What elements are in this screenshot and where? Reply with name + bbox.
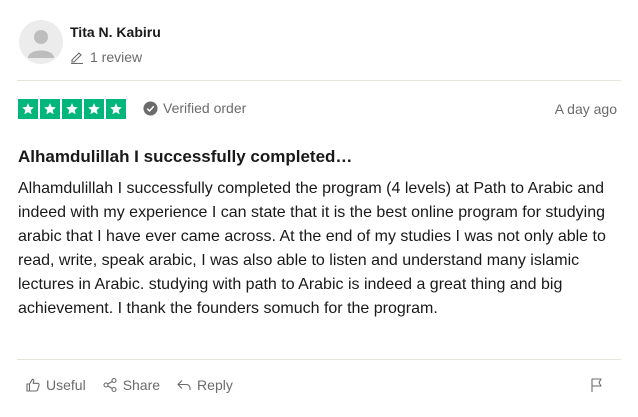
useful-label: Useful xyxy=(46,377,86,393)
review-count: 1 review xyxy=(70,49,142,65)
review-count-label: 1 review xyxy=(90,49,143,65)
reply-label: Reply xyxy=(197,377,233,393)
reviewer-name[interactable]: Tita N. Kabiru xyxy=(70,24,161,40)
share-icon xyxy=(103,377,117,393)
share-label: Share xyxy=(122,377,161,393)
star-icon xyxy=(84,99,104,119)
review-date: A day ago xyxy=(554,101,617,117)
check-circle-icon xyxy=(143,100,158,116)
star-icon xyxy=(40,99,60,119)
verified-label: Verified order xyxy=(163,100,247,116)
star-icon xyxy=(18,99,38,119)
share-button[interactable]: Share xyxy=(102,377,160,393)
reply-button[interactable]: Reply xyxy=(176,377,233,393)
avatar xyxy=(19,20,63,64)
user-avatar-icon xyxy=(28,30,54,58)
thumbs-up-icon xyxy=(26,378,40,392)
pencil-icon xyxy=(71,52,83,64)
review-body: Alhamdulillah I successfully completed t… xyxy=(18,180,606,317)
review-actions: Useful Share Reply xyxy=(25,377,233,393)
useful-button[interactable]: Useful xyxy=(25,377,86,393)
review-title[interactable]: Alhamdulillah I successfully completed… xyxy=(18,147,352,167)
flag-icon xyxy=(591,378,602,392)
divider xyxy=(17,359,621,360)
star-rating xyxy=(18,99,126,119)
verified-badge[interactable]: Verified order xyxy=(143,100,246,116)
star-icon xyxy=(62,99,82,119)
divider xyxy=(17,80,621,81)
report-button[interactable] xyxy=(590,377,604,398)
reply-icon xyxy=(177,380,191,390)
star-icon xyxy=(106,99,126,119)
